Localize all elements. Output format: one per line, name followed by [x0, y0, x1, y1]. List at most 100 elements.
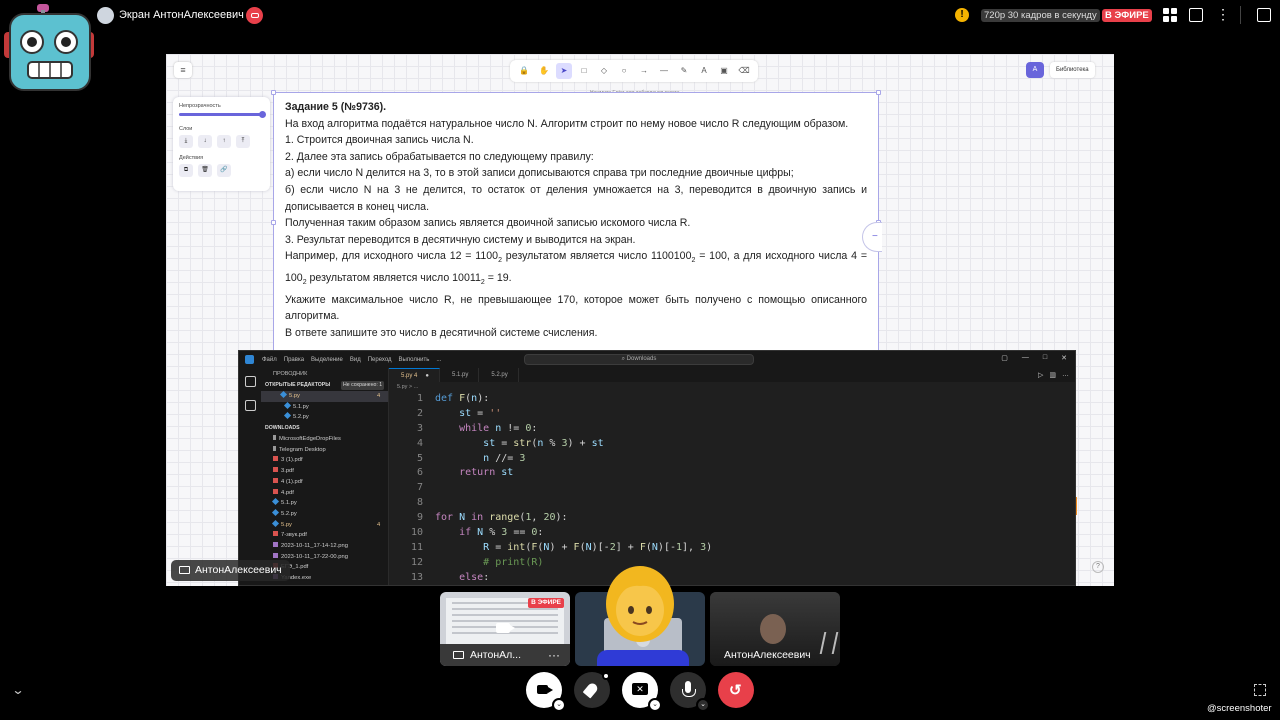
bring-to-front-icon[interactable]: ⤒ — [236, 135, 250, 148]
file-item[interactable]: MicrosoftEdgeDropFiles — [261, 434, 388, 445]
code-line: 13 else: — [410, 571, 490, 583]
file-item[interactable]: Telegram Desktop — [261, 445, 388, 456]
activity-bar — [239, 368, 261, 585]
vscode-window[interactable]: Файл Правка Выделение Вид Переход Выполн… — [238, 350, 1076, 586]
tab-5-2-py[interactable]: 5.2.py — [479, 368, 519, 382]
file-item[interactable]: 5.py 4 — [261, 519, 388, 531]
more-actions-icon[interactable]: … — [1062, 371, 1069, 379]
menu-run[interactable]: Выполнить — [399, 357, 430, 363]
image-icon[interactable]: ▣ — [716, 63, 732, 79]
task-image[interactable]: Задание 5 (№9736). На вход алгоритма под… — [271, 90, 881, 352]
layout-icon[interactable]: ▢ — [1001, 354, 1008, 362]
menu-view[interactable]: Вид — [350, 357, 361, 363]
rocket-icon — [582, 681, 600, 699]
file-item[interactable]: 5.1.py — [261, 498, 388, 509]
resize-handle[interactable] — [271, 90, 276, 95]
library-button[interactable]: Библиотека — [1050, 62, 1095, 78]
presenter-avatar — [97, 7, 114, 24]
code-line: 9 for N in range(1, 20): — [416, 512, 568, 524]
chevron-down-icon[interactable]: ⌄ — [648, 698, 662, 712]
tab-5-py[interactable]: 5.py 4 ● — [389, 368, 440, 382]
menu-edit[interactable]: Правка — [284, 357, 304, 363]
lock-icon[interactable]: 🔒 — [516, 63, 532, 79]
menu-file[interactable]: Файл — [262, 357, 277, 363]
rectangle-icon[interactable]: □ — [576, 63, 592, 79]
open-editors-section[interactable]: ОТКРЫТЫЕ РЕДАКТОРЫ Не сохранено: 1 — [261, 380, 388, 391]
file-item[interactable]: 3 (1).pdf — [261, 455, 388, 466]
file-item[interactable]: 5.2.py — [261, 508, 388, 520]
chevron-down-icon[interactable]: ⌄ — [552, 698, 566, 712]
pointer-icon[interactable]: ➤ — [556, 63, 572, 79]
file-item[interactable]: 7-звук.pdf — [261, 530, 388, 541]
arrow-icon[interactable]: → — [636, 63, 652, 79]
maximize-icon[interactable] — [1257, 8, 1271, 22]
bring-forward-icon[interactable]: ↑ — [217, 135, 231, 148]
line-icon[interactable]: — — [656, 63, 672, 79]
hand-icon[interactable]: ✋ — [536, 63, 552, 79]
restore-icon[interactable]: □ — [1043, 354, 1047, 362]
file-item[interactable]: 2023-10-11_17-14-12.png — [261, 541, 388, 552]
command-search-input[interactable]: ⌕ Downloads — [524, 354, 754, 365]
circle-icon[interactable]: ○ — [616, 63, 632, 79]
explorer-icon[interactable] — [245, 376, 256, 387]
file-item[interactable]: 4 (1).pdf — [261, 477, 388, 488]
robot-avatar[interactable] — [2, 2, 98, 96]
open-editor-item[interactable]: 5.1.py — [261, 401, 388, 413]
delete-icon[interactable]: 🗑 — [198, 164, 212, 177]
menu-more[interactable]: ... — [436, 357, 441, 363]
pencil-icon[interactable]: ✎ — [676, 63, 692, 79]
resize-handle[interactable] — [271, 220, 276, 225]
minimize-icon[interactable]: — — [1022, 354, 1029, 362]
opacity-slider[interactable] — [179, 111, 266, 118]
tab-5-1-py[interactable]: 5.1.py — [440, 368, 480, 382]
participant-tile-anton[interactable]: АнтонАлексеевич — [710, 592, 840, 666]
run-icon[interactable]: ▷ — [1038, 371, 1043, 379]
screen-icon[interactable] — [1189, 8, 1203, 22]
fullscreen-icon[interactable] — [1254, 684, 1266, 696]
menu-selection[interactable]: Выделение — [311, 357, 343, 363]
send-backward-icon[interactable]: ↓ — [198, 135, 212, 148]
microphone-button[interactable]: ⌄ — [670, 672, 710, 712]
duplicate-icon[interactable]: ⧉ — [179, 164, 193, 177]
quality-label[interactable]: 720p 30 кадров в секунду — [981, 9, 1100, 22]
hang-up-button[interactable]: ↺ — [718, 672, 754, 708]
link-icon[interactable]: 🔗 — [217, 164, 231, 177]
file-item[interactable]: 4.pdf — [261, 488, 388, 499]
split-editor-icon[interactable]: ▥ — [1049, 371, 1056, 379]
phone-hangup-icon: ↺ — [729, 682, 742, 699]
breadcrumb[interactable]: 5.py > ... — [389, 382, 1075, 392]
resize-handle[interactable] — [876, 90, 881, 95]
code-area[interactable]: 1 def F(n): 2 st = '' 3 while n != 0: 4 s… — [389, 392, 1075, 585]
diamond-icon[interactable]: ◇ — [596, 63, 612, 79]
send-to-back-icon[interactable]: ⤓ — [179, 135, 193, 148]
extensions-icon[interactable] — [245, 400, 256, 411]
close-icon[interactable]: ✕ — [1061, 354, 1067, 362]
more-options-icon[interactable]: ··· — [548, 644, 560, 666]
chevron-down-icon[interactable]: ⌄ — [696, 698, 710, 712]
participant-tile-screen[interactable]: В ЭФИРЕ АнтонАл... ··· — [440, 592, 570, 666]
collaborator-avatar[interactable]: A — [1026, 62, 1044, 78]
file-item[interactable]: 3.pdf — [261, 466, 388, 477]
menu-go[interactable]: Переход — [368, 357, 392, 363]
code-editor[interactable]: 5.py 4 ● 5.1.py 5.2.py ▷ ▥ … 5.py > ... 1… — [389, 368, 1075, 585]
screen-share-button[interactable]: ✕ ⌄ — [622, 672, 662, 712]
camera-button[interactable]: ⌄ — [526, 672, 566, 712]
editor-tabs: 5.py 4 ● 5.1.py 5.2.py ▷ ▥ … — [389, 368, 1075, 382]
board-menu-button[interactable]: ≡ — [174, 62, 192, 78]
help-icon[interactable]: ? — [1092, 561, 1104, 573]
layers-label: Слои — [179, 126, 193, 132]
open-editor-item[interactable]: 5.py 4 — [261, 390, 388, 402]
png-file-icon — [273, 552, 278, 558]
eraser-icon[interactable]: ⌫ — [736, 63, 752, 79]
downloads-section[interactable]: DOWNLOADS — [261, 423, 388, 434]
warning-icon[interactable]: ! — [955, 8, 969, 22]
grid-view-icon[interactable] — [1163, 8, 1177, 22]
pdf-file-icon — [273, 531, 278, 537]
vscode-titlebar: Файл Правка Выделение Вид Переход Выполн… — [239, 351, 1075, 368]
open-editor-item[interactable]: 5.2.py — [261, 412, 388, 423]
effects-button[interactable] — [574, 672, 610, 708]
task-paragraph: В ответе запишите это число в десятичной… — [285, 326, 598, 339]
chevron-down-icon[interactable]: ⌄ — [11, 683, 24, 697]
text-icon[interactable]: A — [696, 63, 712, 79]
more-options-icon[interactable]: ⋮ — [1216, 7, 1230, 22]
